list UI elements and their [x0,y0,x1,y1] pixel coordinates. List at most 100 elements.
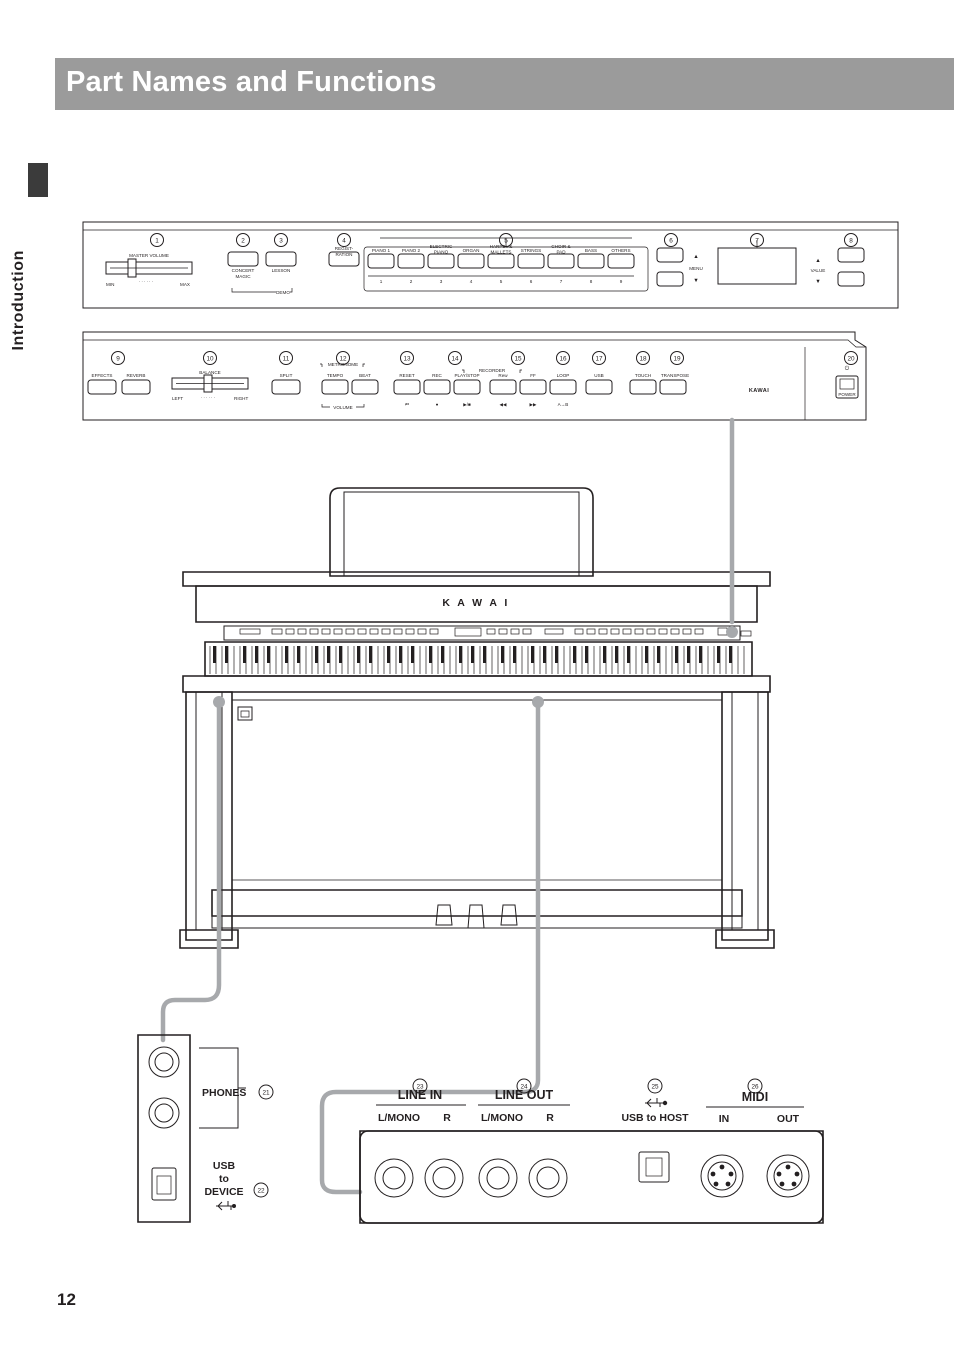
line-out-right-label: R [546,1112,554,1124]
svg-text:●: ● [436,402,439,407]
svg-text:17: 17 [595,355,603,362]
sound-button-bass[interactable]: BASS 8 [577,248,605,284]
svg-text:2: 2 [241,237,245,244]
split-button[interactable]: SPLIT [271,373,301,395]
phones-label-group: PHONES 21 [199,1047,274,1129]
svg-text:to: to [219,1173,229,1185]
svg-text:OTHERS: OTHERS [611,248,630,253]
transpose-button[interactable]: TRANSPOSE [659,373,689,395]
svg-text:7: 7 [755,237,759,244]
usb-to-host-port[interactable] [638,1151,670,1183]
reverb-button[interactable]: REVERB [121,373,151,395]
recorder-rew-button[interactable]: Rew ◀◀ [489,373,517,407]
sound-button-piano2[interactable]: PIANO 2 2 [397,248,425,284]
master-volume-control[interactable]: MASTER VOLUME MIN MAX . . . . . . [105,253,193,287]
menu-label: MENU [689,266,703,271]
usb-icon [216,1201,236,1211]
svg-text:21: 21 [262,1090,270,1097]
concert-magic-button[interactable]: CONCERT MAGIC [227,251,259,279]
master-volume-label: MASTER VOLUME [129,253,169,258]
svg-text:6: 6 [669,237,673,244]
svg-text:EFFECTS: EFFECTS [92,373,113,378]
callout-17: 17 [592,351,606,365]
callout-4: 4 [337,233,351,247]
lesson-button[interactable]: LESSON [265,251,297,273]
svg-text:14: 14 [451,355,459,362]
svg-text:◀◀: ◀◀ [499,402,507,407]
usb-button[interactable]: USB [585,373,613,395]
svg-text:3: 3 [440,279,443,284]
callout-2: 2 [236,233,250,247]
svg-text:8: 8 [849,237,853,244]
sound-button-others[interactable]: OTHERS 9 [607,248,635,284]
sound-button-electric-piano[interactable]: ELECTRIC PIANO 3 [427,244,455,284]
svg-text:DEMO: DEMO [276,290,290,295]
svg-text:STRINGS: STRINGS [521,248,541,253]
phones-jack-1[interactable] [148,1046,180,1078]
line-in-group: LINE IN L/MONO R 23 [374,1078,466,1198]
svg-text:9: 9 [620,279,623,284]
svg-text:. . . . . .: . . . . . . [201,394,215,399]
svg-text:1: 1 [380,279,383,284]
midi-out-jack[interactable] [766,1154,810,1198]
sound-button-choir-pad[interactable]: CHOIR & PAD 7 [547,244,575,284]
svg-text:ELECTRIC: ELECTRIC [430,244,453,249]
callout-14: 14 [448,351,462,365]
line-out-jack-l[interactable] [478,1158,518,1198]
callout-13: 13 [400,351,414,365]
line-in-left-label: L/MONO [378,1112,420,1124]
callout-20: 20 [844,351,858,365]
line-out-jack-r[interactable] [528,1158,568,1198]
sound-button-harpsi-mallets[interactable]: HARPSI. & MALLETS 5 [487,244,515,284]
usb-to-device-port[interactable] [151,1167,177,1201]
svg-text:A→B: A→B [558,402,569,407]
callout-9: 9 [111,351,125,365]
svg-text:RATION: RATION [335,252,352,257]
svg-text:ORGAN: ORGAN [463,248,480,253]
midi-in-jack[interactable] [700,1154,744,1198]
master-volume-min: MIN [106,282,114,287]
phones-label: PHONES [202,1087,246,1099]
svg-text:REC: REC [432,373,442,378]
callout-6: 6 [664,233,678,247]
usb-to-device-label-group: USB to DEVICE 22 [204,1160,269,1211]
svg-text:POWER: POWER [838,392,856,397]
callout-15: 15 [511,351,525,365]
touch-button[interactable]: TOUCH [629,373,657,395]
callout-3: 3 [274,233,288,247]
recorder-play-stop-button[interactable]: PLAY/STOP ▶/■ [453,373,481,407]
menu-up-arrow: ▲ [693,254,699,260]
svg-text:5: 5 [500,279,503,284]
power-button[interactable]: POWER ⏻ [835,365,859,399]
svg-text:USB: USB [594,373,603,378]
beat-button[interactable]: BEAT [351,373,379,395]
usb-to-host-label: USB to HOST [621,1112,689,1124]
callout-8: 8 [844,233,858,247]
registration-button[interactable]: REGIST- RATION [328,246,360,267]
value-buttons[interactable]: ▲ VALUE ▼ [811,247,865,287]
menu-buttons[interactable]: ▲ MENU ▼ [656,247,703,287]
sound-button-organ[interactable]: ORGAN 4 [457,248,485,284]
sound-button-strings[interactable]: STRINGS 6 [517,248,545,284]
recorder-rec-button[interactable]: REC ● [423,373,451,407]
svg-text:26: 26 [751,1084,759,1091]
tempo-button[interactable]: TEMPO [321,373,349,395]
line-in-jack-l[interactable] [374,1158,414,1198]
sound-button-piano1[interactable]: PIANO 1 1 [367,248,395,284]
svg-text:TEMPO: TEMPO [327,373,344,378]
balance-control[interactable]: BALANCE LEFT RIGHT . . . . . . [171,370,249,401]
piano-illustration: K A W A I [179,487,775,949]
phones-jack-2[interactable] [148,1097,180,1129]
balance-right-label: RIGHT [234,396,248,401]
svg-text:8: 8 [590,279,593,284]
line-in-jack-r[interactable] [424,1158,464,1198]
effects-button[interactable]: EFFECTS [87,373,117,395]
value-label: VALUE [811,268,826,273]
svg-text:PAD: PAD [556,250,566,255]
recorder-reset-button[interactable]: RESET ⏮ [393,373,421,407]
svg-text:LOOP: LOOP [557,373,570,378]
recorder-loop-button[interactable]: LOOP A→B [549,373,577,407]
svg-text:▶▶: ▶▶ [529,402,537,407]
svg-text:24: 24 [520,1084,528,1091]
recorder-ff-button[interactable]: FF ▶▶ [519,373,547,407]
